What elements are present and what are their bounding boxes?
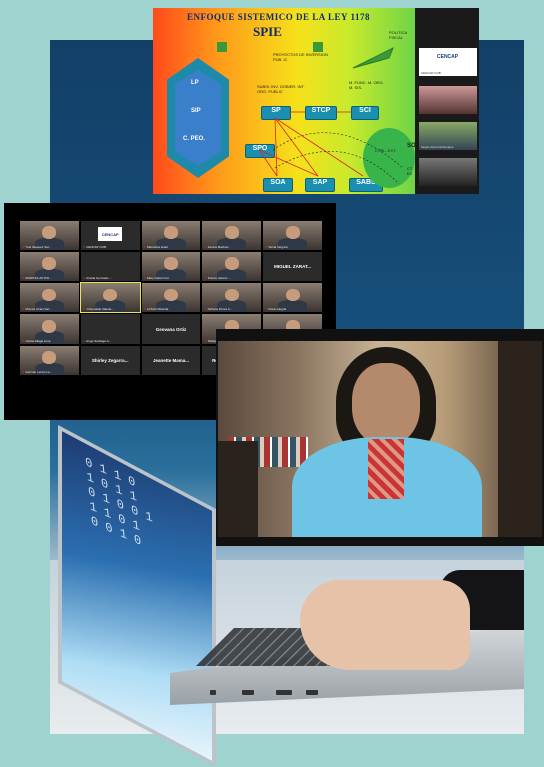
participant-face [163, 226, 179, 240]
speaker-scarf [368, 439, 404, 499]
participant-name: Rocio Alegria [265, 307, 287, 311]
participant-tile[interactable]: MARITZA ZUTAN... [20, 252, 79, 282]
participant-face [285, 226, 300, 240]
participant-face [42, 350, 57, 364]
participant-tile[interactable]: Zenina Machac... [202, 221, 262, 251]
participant-tile[interactable]: Sonia Vergara [263, 221, 322, 251]
participant-name: Marcelina Huari [144, 245, 168, 249]
participant-name: Sergio Arturo Echenique [421, 145, 454, 149]
participant-name: MARITZA ZUTAN... [22, 276, 51, 280]
participant-face [224, 288, 239, 302]
participant-name: Lizbeth Miranda [144, 307, 168, 311]
presentation-screen: ENFOQUE SISTEMICO DE LA LEY 1178 SPIE LP… [153, 8, 479, 194]
participant-name: Yoel Vasquez Sal... [22, 245, 51, 249]
participant-tile[interactable]: Monica Uriani Sal... [20, 283, 79, 313]
participant-thumb[interactable]: CENCAP CENCAP COB [419, 48, 477, 76]
cencap-logo-text: CENCAP [437, 54, 459, 60]
slide: ENFOQUE SISTEMICO DE LA LEY 1178 SPIE LP… [153, 8, 415, 194]
participant-name-large: Jeanette Mama... [152, 357, 189, 363]
cencap-logo: CENCAP [98, 226, 122, 242]
participant-tile[interactable]: MIGUEL ZARAT... [263, 252, 322, 282]
participant-name: CENCAP COB [421, 71, 441, 75]
participant-tile[interactable]: Mary Isabel Cori [141, 252, 201, 282]
participant-tile[interactable]: Rocio Alegria [263, 283, 322, 313]
participant-name: German Leniro Le... [22, 370, 52, 374]
typing-hand [300, 580, 470, 670]
speaker-video [218, 341, 542, 537]
participant-thumb[interactable] [419, 86, 477, 114]
participant-tile[interactable]: Hugo Santiago A... [80, 314, 140, 344]
participant-tile[interactable]: Geovana Ortiz [141, 314, 201, 344]
ethernet-port-icon [242, 690, 254, 695]
participant-name: J Reynaldo Valeria... [83, 307, 113, 311]
participant-name: Sonia Vergara [265, 245, 288, 249]
participant-name: Carlos Aliaga Lima [22, 339, 50, 343]
participant-name: Arcelia Gonzalez ... [83, 276, 112, 280]
participant-name: Zenina Machac... [204, 245, 231, 249]
participant-face [42, 226, 57, 240]
dark-furniture [498, 341, 542, 537]
usb-port-icon [306, 690, 318, 695]
participant-tile[interactable]: Adriana Flores C... [202, 283, 262, 313]
participant-tile[interactable]: Arcelia Gonzalez ... [80, 252, 140, 282]
participant-tile[interactable]: German Leniro Le... [20, 345, 79, 375]
participant-thumb[interactable] [419, 158, 477, 186]
participant-face [224, 226, 239, 240]
port-icon [210, 690, 216, 695]
participant-face [42, 319, 57, 333]
participant-name: Franco Jaimini ... [204, 276, 231, 280]
participant-name: Mary Isabel Cori [144, 276, 169, 280]
participant-face [163, 288, 179, 302]
participant-tile[interactable]: Shirley Zegarra... [80, 345, 140, 375]
participant-name-large: Geovana Ortiz [155, 326, 187, 332]
participant-name: Adriana Flores C... [204, 307, 233, 311]
participant-name: Hugo Santiago A... [83, 339, 111, 343]
participant-tile[interactable]: Jeanette Mama... [141, 345, 201, 375]
speaker-face [352, 363, 420, 445]
doorway [218, 441, 258, 537]
hdmi-port-icon [276, 690, 292, 695]
participant-tile[interactable]: Carlos Aliaga Lima [20, 314, 79, 344]
participant-thumb[interactable]: Sergio Arturo Echenique [419, 122, 477, 150]
participant-name: CENCAP COB [83, 245, 106, 249]
participant-tile[interactable]: Lizbeth Miranda [141, 283, 201, 313]
participant-tile[interactable]: Franco Jaimini ... [202, 252, 262, 282]
participant-tile[interactable]: Yoel Vasquez Sal... [20, 221, 79, 251]
participant-face [224, 257, 239, 271]
speaker-screen [216, 329, 544, 546]
participant-face [163, 257, 179, 271]
participant-face [285, 288, 300, 302]
participant-tile[interactable]: CENCAP CENCAP COB [80, 221, 140, 251]
participant-name: Monica Uriani Sal... [22, 307, 51, 311]
participant-tile[interactable]: J Reynaldo Valeria... [79, 282, 141, 314]
participant-tile[interactable]: Marcelina Huari [141, 221, 201, 251]
participant-name-large: MIGUEL ZARAT... [274, 264, 311, 270]
slide-arrows [217, 42, 404, 185]
participant-name-large: Shirley Zegarra... [91, 357, 129, 363]
